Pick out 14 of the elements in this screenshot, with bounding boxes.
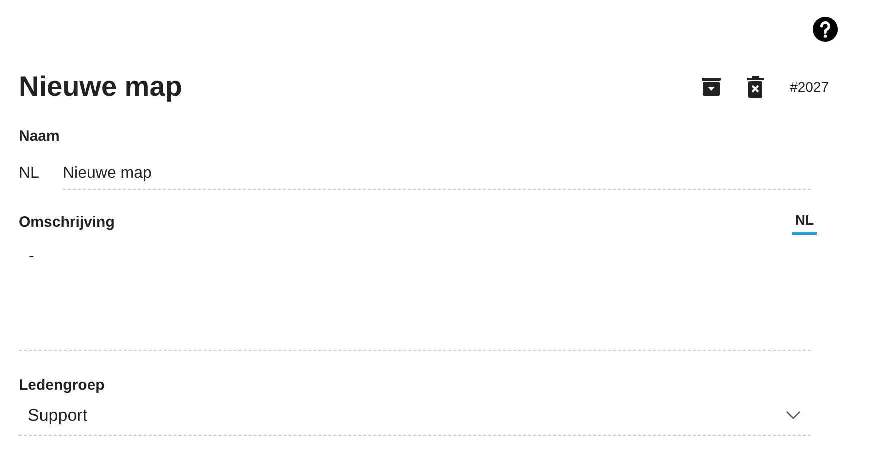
field-label: Ledengroep <box>19 376 106 396</box>
page-title: Nieuwe map <box>19 70 184 104</box>
field-label: Omschrijving <box>19 213 116 233</box>
help-icon[interactable] <box>813 17 838 42</box>
language-tab[interactable]: NL <box>792 210 817 234</box>
language-label: NL <box>19 164 40 184</box>
group-select[interactable]: Support <box>19 403 811 436</box>
chevron-down-icon <box>786 411 801 420</box>
archive-icon[interactable] <box>702 78 722 96</box>
record-id: #2027 <box>790 78 829 96</box>
description-input-field[interactable]: - <box>19 240 811 350</box>
name-input-field[interactable]: Nieuwe map <box>63 162 811 190</box>
field-label: Naam <box>19 127 61 147</box>
trash-icon[interactable] <box>747 76 764 98</box>
